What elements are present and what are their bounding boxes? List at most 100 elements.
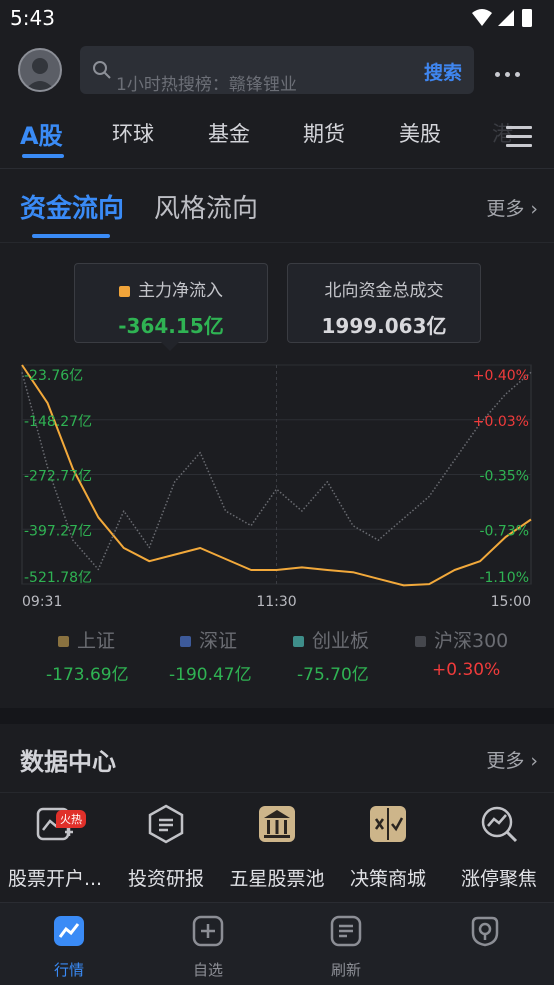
tab-menu-icon[interactable]: [506, 126, 532, 148]
nav-market[interactable]: 行情: [29, 915, 109, 980]
legend-csi300[interactable]: 沪深300: [415, 626, 508, 653]
chevron-right-icon: ›: [530, 750, 538, 772]
right-axis-label: -0.73%: [479, 523, 529, 539]
tab-futures[interactable]: 期货: [303, 118, 345, 148]
nav-label: 刷新: [330, 961, 361, 979]
main-inflow-card[interactable]: 主力净流入 -364.15亿: [74, 263, 268, 351]
main-inflow-label: 主力净流入: [138, 281, 223, 301]
battery-icon: [522, 9, 532, 27]
nav-label: 行情: [53, 961, 84, 979]
x-axis-label: 09:31: [22, 594, 62, 610]
chevron-right-icon: ›: [530, 198, 538, 220]
status-icons: [472, 9, 532, 27]
legend-dot-csi300: [415, 636, 426, 647]
signal-icon: [498, 10, 514, 26]
x-axis-label: 11:30: [256, 594, 296, 610]
legend-label-shanghai: 上证: [77, 630, 116, 652]
legend-label-chinext: 创业板: [312, 630, 370, 652]
tool-label: 涨停聚焦: [460, 868, 537, 890]
top-bar: 1小时热搜榜：赣锋锂业 搜索: [0, 36, 554, 106]
tab-us-stocks[interactable]: 美股: [399, 118, 441, 148]
flow-more-link[interactable]: 更多 ›: [486, 194, 538, 221]
avatar[interactable]: [18, 48, 62, 92]
value-shenzhen: -190.47亿: [169, 665, 252, 685]
legend-dot-shanghai: [58, 636, 69, 647]
main-inflow-dot: [119, 285, 130, 297]
x-axis-label: 15:00: [491, 594, 531, 610]
main-inflow-label-row: 主力净流入: [75, 276, 267, 301]
right-axis-label: +0.03%: [473, 414, 529, 430]
chart-svg: -23.76亿 -148.27亿 -272.77亿 -397.27亿 -521.78亿 +…: [21, 364, 532, 610]
card-pointer: [161, 342, 179, 351]
chart-icon: [54, 916, 84, 946]
data-center-header: 数据中心 更多 ›: [0, 724, 554, 793]
status-bar: 5:43: [0, 0, 554, 36]
left-axis-label: -23.76亿: [24, 368, 83, 384]
user-avatar-icon: [25, 58, 55, 90]
search-button[interactable]: 搜索: [424, 58, 462, 85]
nav-label: 自选: [192, 961, 223, 979]
tool-label: 投资研报: [127, 868, 204, 890]
flow-tabs: 资金流向 风格流向 更多 ›: [0, 170, 554, 243]
data-center-title: 数据中心: [20, 748, 116, 776]
hot-badge: 火热: [56, 810, 86, 828]
search-box[interactable]: 1小时热搜榜：赣锋锂业 搜索: [80, 46, 474, 95]
left-axis-label: -397.27亿: [24, 523, 92, 539]
nav-refresh[interactable]: 刷新: [306, 915, 386, 980]
value-chinext: -75.70亿: [297, 665, 369, 685]
market-tabs: A股 环球 基金 期货 美股 港: [0, 106, 554, 169]
data-center-more-label: 更多: [486, 750, 525, 772]
legend-chinext[interactable]: 创业板: [293, 626, 369, 653]
tool-limit-up[interactable]: 涨停聚焦: [444, 804, 554, 891]
tool-research[interactable]: 投资研报: [111, 804, 221, 891]
search-icon: [93, 61, 111, 79]
list-doc-icon: [330, 915, 362, 947]
legend-shanghai[interactable]: 上证: [58, 626, 115, 653]
right-axis-label: -0.35%: [479, 469, 529, 485]
northbound-label: 北向资金总成交: [324, 281, 444, 301]
tab-style-flow[interactable]: 风格流向: [154, 188, 258, 225]
tool-open-account[interactable]: 火热 股票开户...: [0, 804, 110, 891]
tab-a-shares[interactable]: A股: [20, 116, 63, 151]
value-shanghai: -173.69亿: [46, 665, 129, 685]
tool-label: 五星股票池: [229, 868, 325, 890]
right-axis-label: -1.10%: [479, 570, 529, 586]
profile-icon: [471, 916, 499, 947]
more-menu-icon[interactable]: [495, 62, 527, 77]
section-divider: [0, 708, 554, 724]
legend-shenzhen[interactable]: 深证: [180, 626, 237, 653]
gold-building-icon: [259, 806, 295, 842]
legend-dot-chinext: [293, 636, 304, 647]
left-axis-label: -148.27亿: [24, 414, 92, 430]
tab-funds[interactable]: 基金: [208, 118, 250, 148]
tool-five-star[interactable]: 五星股票池: [222, 804, 332, 891]
legend-label-shenzhen: 深证: [199, 630, 238, 652]
wifi-icon: [472, 9, 492, 26]
legend-label-csi300: 沪深300: [434, 630, 509, 652]
flow-more-label: 更多: [486, 198, 525, 220]
bottom-nav: 行情 自选 刷新: [0, 902, 554, 985]
tab-active-indicator: [22, 154, 64, 158]
search-placeholder: 1小时热搜榜：赣锋锂业: [116, 75, 297, 95]
left-axis-label: -521.78亿: [24, 570, 92, 586]
status-time: 5:43: [10, 6, 55, 30]
flow-tab-indicator: [32, 234, 110, 238]
nav-profile[interactable]: [445, 915, 525, 959]
plus-square-icon: [192, 915, 224, 947]
right-axis-label: +0.40%: [473, 368, 529, 384]
tab-capital-flow[interactable]: 资金流向: [20, 188, 124, 225]
main-inflow-value: -364.15亿: [118, 314, 224, 338]
chart-search-icon: [481, 806, 518, 843]
gold-bag-icon: [370, 806, 406, 842]
tab-global[interactable]: 环球: [112, 118, 154, 148]
tool-decision-mall[interactable]: 决策商城: [333, 804, 443, 891]
tool-grid: 火热 股票开户... 投资研报 五星股票池 决策商城 涨停聚焦: [0, 792, 554, 900]
tool-label: 股票开户...: [7, 868, 103, 890]
northbound-value: 1999.063亿: [321, 314, 447, 338]
left-axis-label: -272.77亿: [24, 469, 92, 485]
tool-label: 决策商城: [349, 868, 426, 890]
capital-flow-chart[interactable]: -23.76亿 -148.27亿 -272.77亿 -397.27亿 -521.78亿 +…: [0, 360, 554, 610]
northbound-card[interactable]: 北向资金总成交 1999.063亿: [287, 263, 481, 343]
data-center-more-link[interactable]: 更多 ›: [486, 746, 538, 773]
nav-watchlist[interactable]: 自选: [168, 915, 248, 980]
